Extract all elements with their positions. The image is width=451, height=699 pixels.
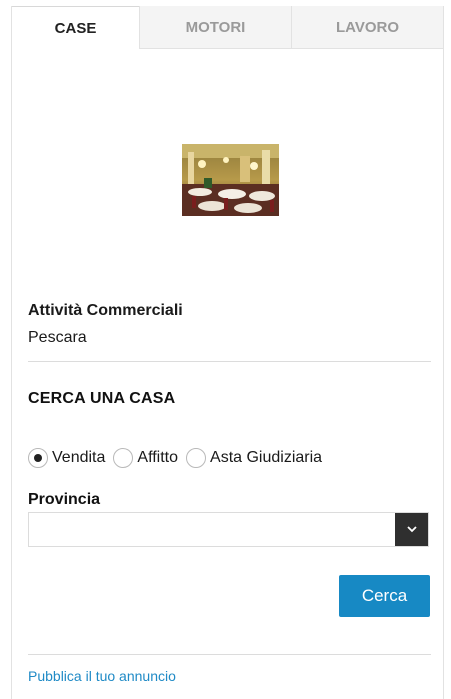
- tab-motori-label: MOTORI: [185, 18, 246, 36]
- divider: [28, 361, 431, 362]
- radio-button[interactable]: [113, 448, 134, 468]
- search-button[interactable]: Cerca: [339, 575, 430, 617]
- province-select[interactable]: [28, 512, 429, 547]
- listing-location: Pescara: [28, 329, 87, 346]
- publish-ad-link[interactable]: Pubblica il tuo annuncio: [28, 668, 176, 684]
- radio-asta-giudiziaria[interactable]: Asta Giudiziaria: [186, 448, 322, 468]
- tab-case[interactable]: CASE: [12, 6, 139, 49]
- radio-vendita[interactable]: Vendita: [28, 448, 105, 468]
- radio-button[interactable]: [28, 448, 48, 468]
- listing-photo[interactable]: [182, 144, 279, 216]
- tab-lavoro[interactable]: LAVORO: [291, 6, 443, 49]
- category-tabs: CASE MOTORI LAVORO: [12, 6, 443, 49]
- tab-lavoro-label: LAVORO: [335, 18, 400, 36]
- divider: [28, 654, 431, 655]
- radio-affitto-label: Affitto: [137, 449, 179, 466]
- listing-widget: CASE MOTORI LAVORO Attività Commerciali …: [11, 6, 444, 699]
- radio-affitto[interactable]: Affitto: [113, 448, 178, 468]
- tab-motori[interactable]: MOTORI: [139, 6, 291, 49]
- chevron-down-icon[interactable]: [395, 513, 428, 546]
- search-title: CERCA UNA CASA: [28, 390, 176, 407]
- province-label: Provincia: [28, 491, 101, 508]
- tab-case-label: CASE: [54, 19, 97, 37]
- radio-asta-label: Asta Giudiziaria: [210, 449, 323, 466]
- contract-type-radios: Vendita Affitto Asta Giudiziaria: [28, 446, 330, 470]
- restaurant-interior-image: [182, 144, 279, 216]
- listing-title[interactable]: Attività Commerciali: [28, 302, 183, 320]
- radio-vendita-label: Vendita: [52, 449, 106, 466]
- radio-button[interactable]: [186, 448, 207, 468]
